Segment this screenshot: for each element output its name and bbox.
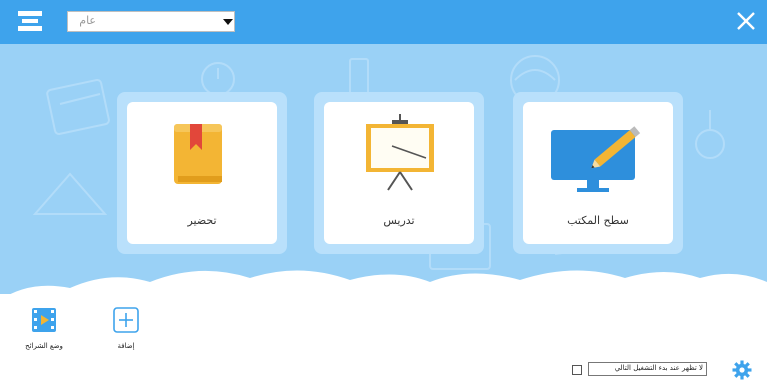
startup-label-box: لا تظهر عند بدء التشغيل التالي: [588, 362, 707, 376]
slides-mode-label: وضع الشرائح: [25, 342, 63, 350]
tile-teach-halo: تدريس: [314, 92, 484, 254]
startup-checkbox[interactable]: [572, 365, 582, 375]
background-doodle: [695, 110, 725, 159]
slides-icon: [32, 308, 56, 332]
menu-icon-bar: [22, 19, 38, 23]
tile-desktop-label: سطح المكتب: [567, 214, 629, 227]
whiteboard-icon: [366, 114, 434, 191]
tile-desktop[interactable]: سطح المكتب: [523, 102, 673, 244]
main-area: تحضير تدريس سطح المكتب: [0, 44, 767, 294]
slides-mode-button[interactable]: وضع الشرائح: [17, 306, 71, 358]
add-button[interactable]: إضافة: [99, 306, 153, 358]
tile-prepare[interactable]: تحضير: [127, 102, 277, 244]
subject-select-value: عام: [79, 14, 96, 27]
tile-teach-label: تدريس: [383, 214, 415, 227]
menu-icon-bar: [18, 11, 42, 16]
dropdown-arrow-icon[interactable]: [223, 19, 233, 25]
tile-teach[interactable]: تدريس: [324, 102, 474, 244]
tile-desktop-halo: سطح المكتب: [513, 92, 683, 254]
book-icon: [174, 124, 222, 184]
menu-icon-bar: [18, 26, 42, 31]
monitor-pencil-icon: [551, 126, 641, 192]
startup-label: لا تظهر عند بدء التشغيل التالي: [614, 364, 703, 372]
top-bar: عام: [0, 0, 767, 44]
menu-icon[interactable]: [18, 11, 42, 33]
startup-option: لا تظهر عند بدء التشغيل التالي: [572, 362, 732, 376]
tile-prepare-halo: تحضير: [117, 92, 287, 254]
tile-prepare-label: تحضير: [187, 214, 217, 227]
app-window: عام تحضير تدريس سطح المكتب إضافة وضع الش…: [0, 0, 767, 381]
gear-icon[interactable]: [732, 360, 752, 380]
add-button-label: إضافة: [117, 342, 135, 350]
subject-select[interactable]: عام: [67, 11, 235, 32]
close-icon[interactable]: [734, 9, 758, 33]
background-doodle: [32, 172, 108, 215]
add-icon: [113, 307, 139, 333]
